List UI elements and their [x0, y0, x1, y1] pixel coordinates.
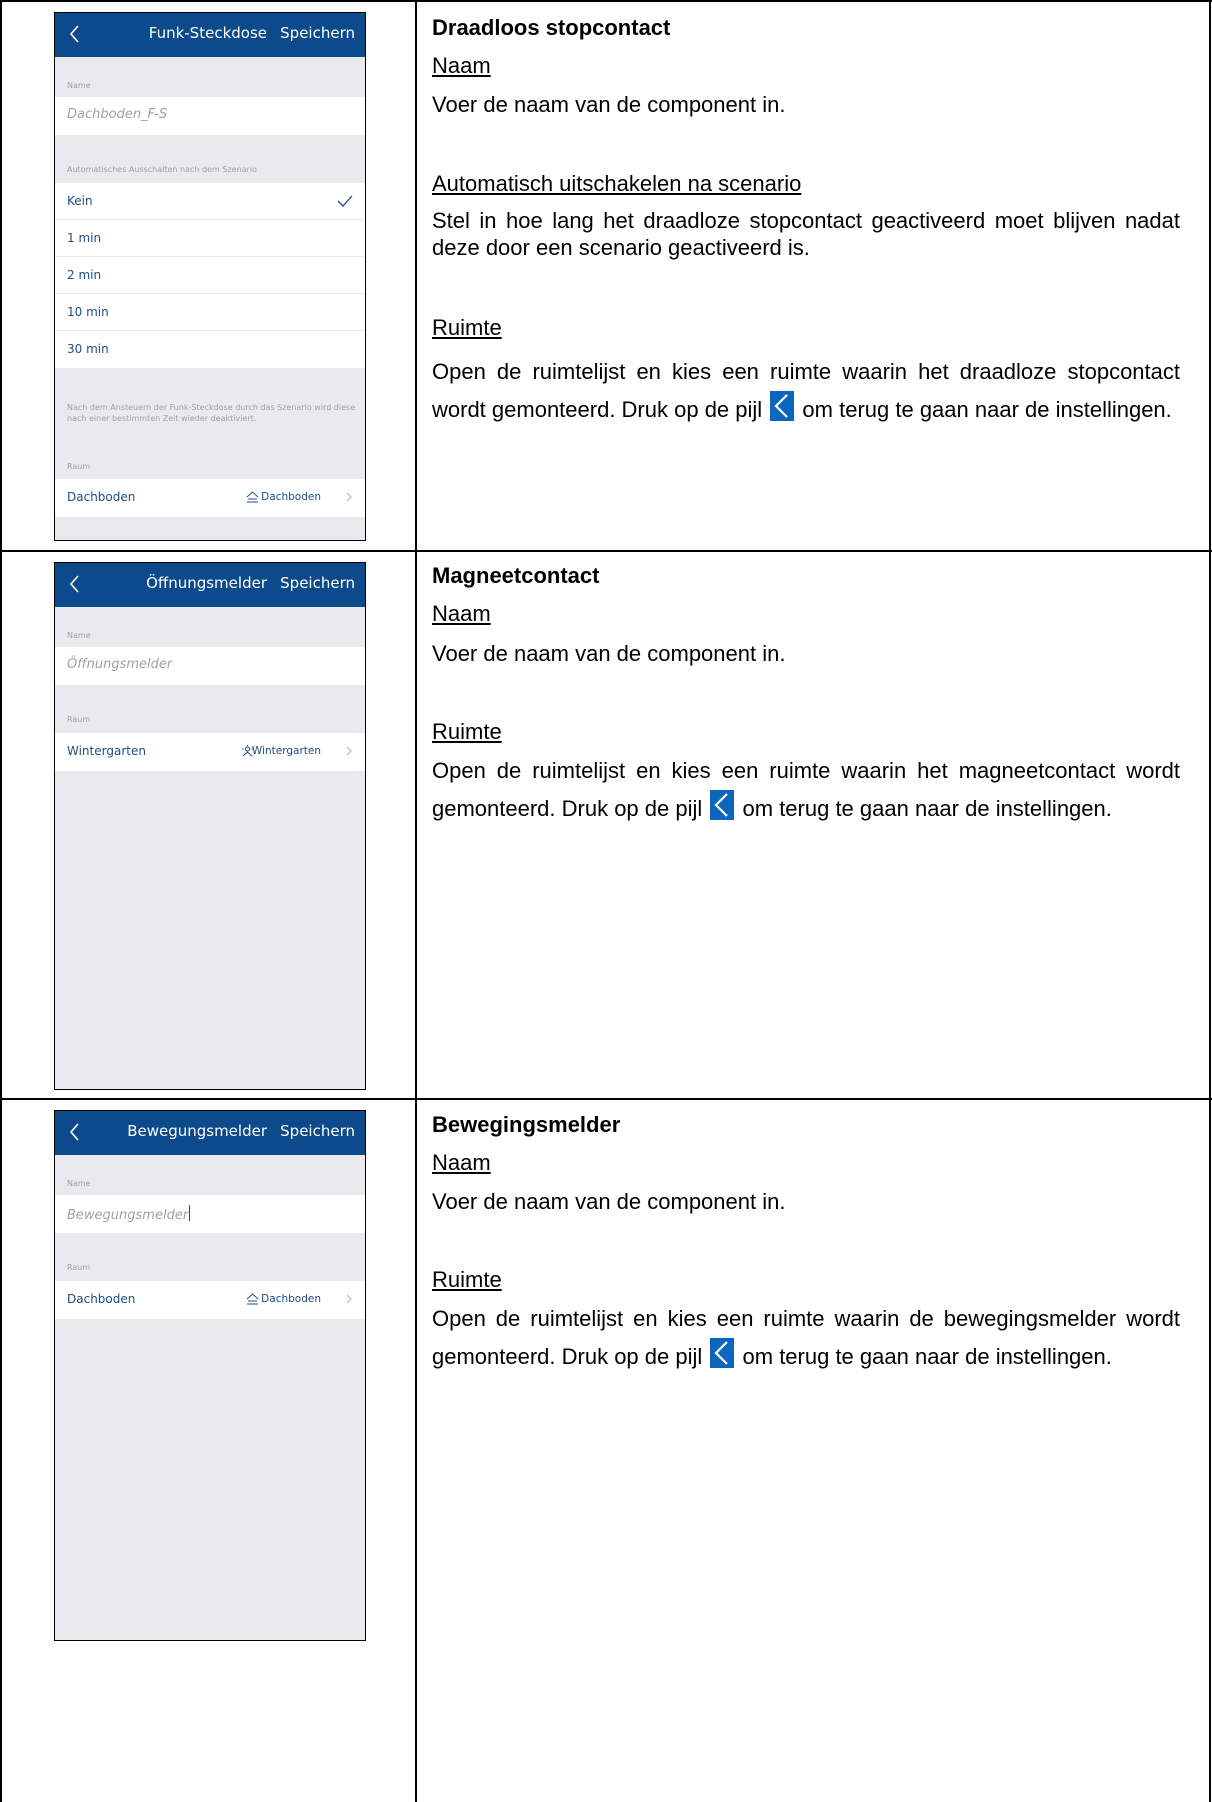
name-heading: Naam [432, 601, 491, 626]
option-row[interactable]: 1 min [55, 220, 365, 257]
text-cursor [189, 1205, 191, 1221]
section-title: Bewegingsmelder [432, 1112, 621, 1137]
room-row-label: Wintergarten [67, 744, 146, 758]
name-label: Name [67, 1179, 91, 1188]
option-row[interactable]: Kein [55, 183, 365, 220]
option-label: 30 min [67, 342, 109, 356]
room-row-label: Dachboden [67, 1292, 136, 1306]
phone-screenshot-motion: Bewegungsmelder Speichern Name Bewegungs… [54, 1110, 366, 1641]
room-label: Raum [67, 715, 91, 724]
room-label: Raum [67, 1263, 91, 1272]
table-row-divider [0, 550, 1212, 552]
chevron-right-icon [346, 746, 352, 756]
phone-screenshot-socket: Funk-Steckdose Speichern Name Dachboden_… [54, 12, 366, 541]
option-label: Kein [67, 194, 93, 208]
back-arrow-icon [770, 391, 795, 421]
name-heading: Naam [432, 1150, 491, 1175]
room-value: Dachboden [261, 491, 321, 503]
save-button[interactable]: Speichern [280, 24, 355, 42]
table-column-divider [415, 0, 417, 1802]
room-heading: Ruimte [432, 315, 502, 340]
name-input-value: Dachboden_F-S [67, 107, 168, 122]
option-label: 10 min [67, 305, 109, 319]
room-value: Dachboden [261, 1293, 321, 1305]
name-label: Name [67, 631, 91, 640]
name-heading: Naam [432, 53, 491, 78]
room-text-end: om terug te gaan naar de instellingen. [802, 397, 1172, 422]
auto-off-heading: Automatisch uitschakelen na scenario [432, 171, 802, 196]
phone-screenshot-contact: Öffnungsmelder Speichern Name Öffnungsme… [54, 562, 366, 1090]
back-arrow-icon [710, 1338, 735, 1368]
room-label: Raum [67, 462, 91, 471]
room-heading: Ruimte [432, 1267, 502, 1292]
section-title: Magneetcontact [432, 563, 600, 588]
table-row-divider [0, 1098, 1212, 1100]
name-field[interactable]: Bewegungsmelder [55, 1195, 365, 1233]
attic-icon [246, 491, 259, 503]
option-row[interactable]: 30 min [55, 331, 365, 368]
back-arrow-icon [710, 790, 735, 820]
name-label: Name [67, 81, 91, 90]
room-value: Wintergarten [251, 745, 321, 757]
name-field[interactable]: Dachboden_F-S [55, 97, 365, 135]
back-arrow-icon[interactable] [65, 570, 85, 598]
room-text-end: om terug te gaan naar de instellingen. [742, 796, 1112, 821]
room-text-end: om terug te gaan naar de instellingen. [742, 1344, 1112, 1369]
chevron-right-icon [346, 1294, 352, 1304]
room-row[interactable]: Dachboden Dachboden [55, 1281, 365, 1319]
chevron-right-icon [346, 492, 352, 502]
room-row-label: Dachboden [67, 490, 136, 504]
option-row[interactable]: 2 min [55, 257, 365, 294]
name-input-text: Bewegungsmelder [67, 1208, 189, 1223]
header-title: Bewegungsmelder [127, 1122, 267, 1140]
option-label: 2 min [67, 268, 102, 282]
auto-off-label: Automatisches Ausschalten nach dem Szena… [67, 165, 257, 174]
option-row[interactable]: 10 min [55, 294, 365, 331]
room-heading: Ruimte [432, 719, 502, 744]
name-input-value: Bewegungsmelder [67, 1205, 191, 1223]
save-button[interactable]: Speichern [280, 1122, 355, 1140]
header-title: Öffnungsmelder [146, 574, 267, 592]
table-border-right [1209, 0, 1211, 1802]
room-text: Open de ruimtelijst en kies een ruimte w… [432, 752, 1180, 828]
name-text: Voer de naam van de component in. [432, 1189, 786, 1214]
app-header: Funk-Steckdose Speichern [55, 13, 365, 57]
checkmark-icon [337, 195, 353, 207]
room-text: Open de ruimtelijst en kies een ruimte w… [432, 353, 1180, 429]
room-row[interactable]: Wintergarten Wintergarten [55, 733, 365, 771]
name-text: Voer de naam van de component in. [432, 641, 786, 666]
header-title: Funk-Steckdose [148, 24, 267, 42]
app-header: Öffnungsmelder Speichern [55, 563, 365, 607]
section-title: Draadloos stopcontact [432, 15, 671, 40]
table-border-top [0, 0, 1212, 2]
name-field[interactable]: Öffnungsmelder [55, 647, 365, 685]
auto-off-note: Nach dem Ansteuern der Funk-Steckdose du… [67, 403, 356, 423]
table-border-left [0, 0, 2, 1802]
save-button[interactable]: Speichern [280, 574, 355, 592]
back-arrow-icon[interactable] [65, 1118, 85, 1146]
name-input-value: Öffnungsmelder [67, 657, 173, 672]
room-row[interactable]: Dachboden Dachboden [55, 479, 365, 517]
option-label: 1 min [67, 231, 102, 245]
attic-icon [246, 1293, 259, 1305]
auto-off-text: Stel in hoe lang het draadloze stopconta… [432, 208, 1180, 260]
back-arrow-icon[interactable] [65, 20, 85, 48]
name-text: Voer de naam van de component in. [432, 92, 786, 117]
app-header: Bewegungsmelder Speichern [55, 1111, 365, 1155]
room-text: Open de ruimtelijst en kies een ruimte w… [432, 1300, 1180, 1376]
